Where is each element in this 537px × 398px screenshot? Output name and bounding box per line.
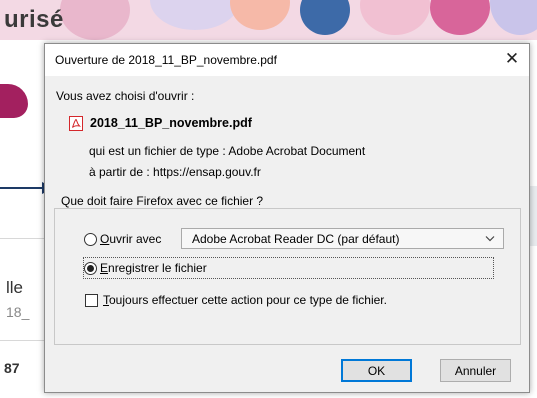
file-name: 2018_11_BP_novembre.pdf [90,116,252,130]
background-banner: urisé [0,0,537,40]
save-file-radio[interactable] [84,262,97,275]
background-text: lle [6,278,24,297]
screen: urisé lle 18_ 87 Ouverture de 2018_11_BP… [0,0,537,398]
dialog-titlebar[interactable]: Ouverture de 2018_11_BP_novembre.pdf ✕ [45,44,529,76]
ok-button[interactable]: OK [341,359,412,382]
dialog-title: Ouverture de 2018_11_BP_novembre.pdf [55,53,277,67]
background-text: 87 [4,360,20,376]
pdf-icon [69,116,83,131]
background-text: 18_ [6,304,30,320]
background-page-title: urisé [4,6,64,33]
open-with-label-text: uvrir avec [109,232,162,246]
file-source-text: à partir de : https://ensap.gouv.fr [89,165,261,179]
background-decoration [530,186,537,246]
close-button[interactable]: ✕ [501,48,523,70]
background-decoration [0,84,28,118]
application-select-value: Adobe Acrobat Reader DC (par défaut) [192,232,400,246]
open-with-label[interactable]: Ouvrir avec [100,232,161,246]
open-with-radio[interactable] [84,233,97,246]
open-with-accel: O [100,232,110,246]
save-file-label-text: nregistrer le fichier [108,261,207,275]
always-do-this-checkbox[interactable] [85,294,98,307]
action-group-title: Que doit faire Firefox avec ce fichier ? [58,194,267,208]
always-label-text: oujours effectuer cette action pour ce t… [109,293,387,307]
close-icon: ✕ [504,49,520,68]
save-file-label[interactable]: Enregistrer le fichier [100,261,207,275]
background-divider [0,340,44,341]
cancel-button[interactable]: Annuler [440,359,511,382]
file-type-text: qui est un fichier de type : Adobe Acrob… [89,144,366,158]
application-select[interactable]: Adobe Acrobat Reader DC (par défaut) [181,228,504,249]
chevron-down-icon [485,236,495,242]
background-divider [0,238,44,239]
intro-text: Vous avez choisi d'ouvrir : [56,89,195,103]
always-do-this-label[interactable]: Toujours effectuer cette action pour ce … [103,293,387,307]
open-file-dialog: Ouverture de 2018_11_BP_novembre.pdf ✕ V… [44,43,530,393]
save-file-accel: E [100,261,109,275]
